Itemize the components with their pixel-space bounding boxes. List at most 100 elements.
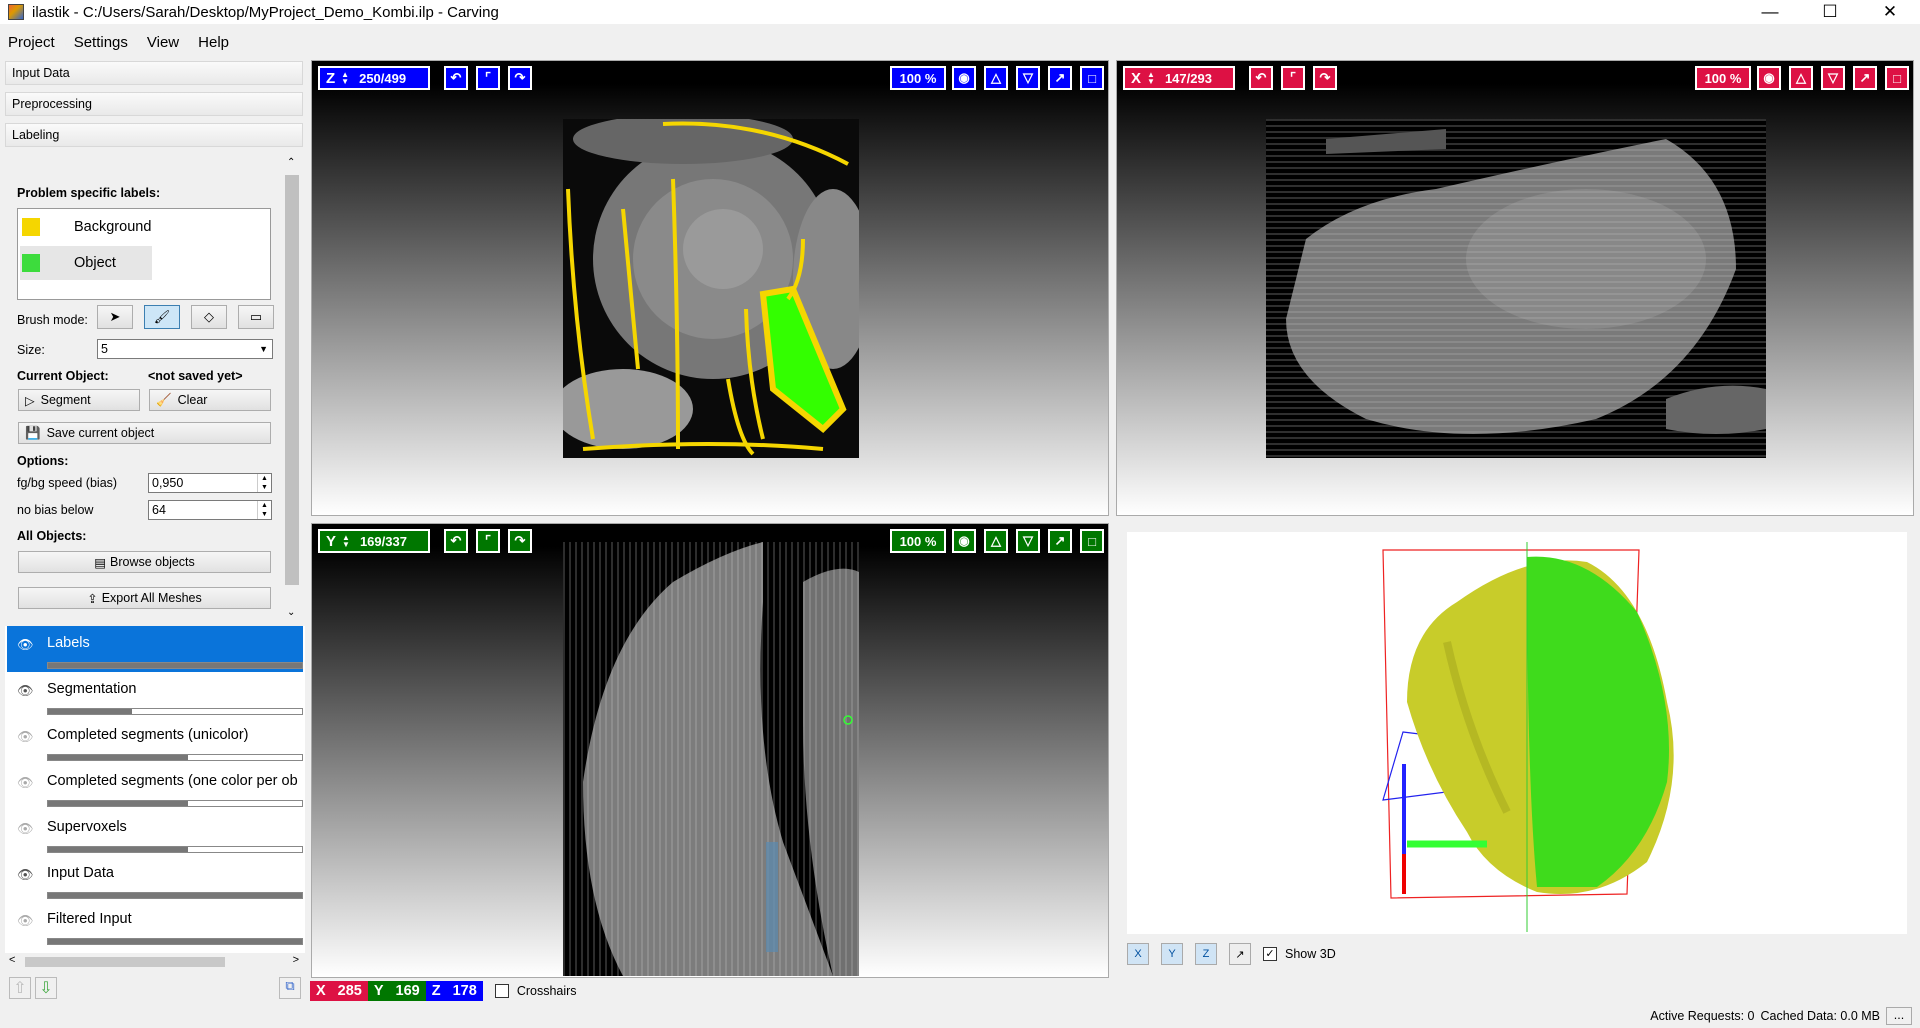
slice-down-icon[interactable]: ▽: [1016, 529, 1040, 553]
eye-icon[interactable]: 👁: [17, 867, 34, 883]
y-slice-image[interactable]: [563, 542, 859, 976]
view-x-axis-button[interactable]: X: [1127, 943, 1149, 965]
scroll-right-icon[interactable]: >: [293, 954, 299, 966]
browse-objects-button[interactable]: ▤ Browse objects: [18, 551, 271, 573]
crop-icon[interactable]: ⌜: [1281, 66, 1305, 90]
view-x[interactable]: X ▲ ▼ 147/293 ↶ ⌜ ↷ 100 % ◉ △ ▽ ↗ □: [1116, 60, 1914, 516]
opacity-bar[interactable]: [47, 662, 303, 669]
segment-button[interactable]: ▷ Segment: [18, 389, 140, 411]
layer-hscrollbar[interactable]: < >: [5, 953, 305, 971]
crop-icon[interactable]: ⌜: [476, 529, 500, 553]
spin-arrows-icon[interactable]: ▲ ▼: [257, 474, 271, 492]
hscroll-thumb[interactable]: [25, 957, 225, 967]
view-3d[interactable]: [1127, 532, 1907, 934]
slice-up-icon[interactable]: △: [1789, 66, 1813, 90]
layer-row[interactable]: 👁 Supervoxels: [7, 810, 303, 856]
redo-icon[interactable]: ↷: [508, 529, 532, 553]
maximize-view-icon[interactable]: ↗: [1853, 66, 1877, 90]
label-row-background[interactable]: Background: [20, 210, 152, 244]
opacity-bar[interactable]: [47, 892, 303, 899]
redo-icon[interactable]: ↷: [508, 66, 532, 90]
label-color-swatch[interactable]: [22, 254, 40, 272]
view-y[interactable]: Y ▲ ▼ 169/337 ↶ ⌜ ↷ 100 % ◉ △ ▽ ↗ □: [311, 523, 1109, 978]
close-button[interactable]: ✕: [1860, 0, 1920, 24]
scroll-thumb[interactable]: [285, 175, 299, 585]
layer-row[interactable]: 👁 Input Data: [7, 856, 303, 902]
duplicate-layer-icon[interactable]: ⧉: [279, 977, 301, 999]
layer-row[interactable]: 👁 Filtered Input: [7, 902, 303, 948]
scroll-up-icon[interactable]: ⌃: [287, 157, 295, 168]
redo-icon[interactable]: ↷: [1313, 66, 1337, 90]
clear-button[interactable]: 🧹 Clear: [149, 389, 271, 411]
drawer-labeling[interactable]: Labeling: [5, 123, 303, 147]
scroll-left-icon[interactable]: <: [9, 954, 15, 966]
x-slice-image[interactable]: [1266, 119, 1766, 458]
maximize-3d-icon[interactable]: ↗: [1229, 943, 1251, 965]
view-z[interactable]: Z ▲ ▼ 250/499 ↶ ⌜ ↷ 100 % ◉ △ ▽ ↗ □: [311, 60, 1109, 516]
menu-project[interactable]: Project: [8, 34, 55, 51]
zoom-level[interactable]: 100 %: [890, 66, 946, 90]
eraser-tool-button[interactable]: ◇: [191, 305, 227, 329]
move-down-icon[interactable]: ⇩: [35, 977, 57, 999]
view-z-axis-button[interactable]: Z: [1195, 943, 1217, 965]
fit-view-icon[interactable]: □: [1885, 66, 1909, 90]
maximize-view-icon[interactable]: ↗: [1048, 529, 1072, 553]
eye-icon[interactable]: 👁: [17, 729, 34, 745]
slice-down-icon[interactable]: ▽: [1016, 66, 1040, 90]
up-down-icon[interactable]: ▲ ▼: [342, 534, 350, 549]
camera-icon[interactable]: ◉: [1757, 66, 1781, 90]
maximize-button[interactable]: ☐: [1800, 0, 1860, 24]
undo-icon[interactable]: ↶: [444, 66, 468, 90]
undo-icon[interactable]: ↶: [444, 529, 468, 553]
save-object-button[interactable]: 💾 Save current object: [18, 422, 271, 444]
x-slice-selector[interactable]: X ▲ ▼ 147/293: [1123, 66, 1235, 90]
mesh-render[interactable]: [1127, 532, 1907, 934]
drawer-input-data[interactable]: Input Data: [5, 61, 303, 85]
undo-icon[interactable]: ↶: [1249, 66, 1273, 90]
opacity-bar[interactable]: [47, 754, 303, 761]
drawer-preprocessing[interactable]: Preprocessing: [5, 92, 303, 116]
layer-row[interactable]: 👁 Completed segments (one color per ob: [7, 764, 303, 810]
export-meshes-button[interactable]: ⇪ Export All Meshes: [18, 587, 271, 609]
nobias-spinbox[interactable]: 64 ▲ ▼: [148, 500, 272, 520]
move-up-icon[interactable]: ⇧: [9, 977, 31, 999]
camera-icon[interactable]: ◉: [952, 529, 976, 553]
up-down-icon[interactable]: ▲ ▼: [341, 71, 349, 86]
opacity-bar[interactable]: [47, 938, 303, 945]
minimize-button[interactable]: —: [1740, 0, 1800, 24]
crosshairs-checkbox[interactable]: [494, 984, 509, 998]
opacity-bar[interactable]: [47, 708, 303, 715]
maximize-view-icon[interactable]: ↗: [1048, 66, 1072, 90]
layer-row[interactable]: 👁 Segmentation: [7, 672, 303, 718]
more-button[interactable]: ...: [1886, 1007, 1912, 1025]
fit-view-icon[interactable]: □: [1080, 529, 1104, 553]
slice-up-icon[interactable]: △: [984, 66, 1008, 90]
show3d-checkbox[interactable]: ✓: [1263, 947, 1277, 961]
size-combobox[interactable]: 5 ▼: [97, 339, 273, 359]
fit-view-icon[interactable]: □: [1080, 66, 1104, 90]
view-y-axis-button[interactable]: Y: [1161, 943, 1183, 965]
eye-icon[interactable]: 👁: [17, 913, 34, 929]
z-slice-selector[interactable]: Z ▲ ▼ 250/499: [318, 66, 430, 90]
y-slice-selector[interactable]: Y ▲ ▼ 169/337: [318, 529, 430, 553]
zoom-level[interactable]: 100 %: [1695, 66, 1751, 90]
camera-icon[interactable]: ◉: [952, 66, 976, 90]
menu-view[interactable]: View: [147, 34, 179, 51]
menu-settings[interactable]: Settings: [74, 34, 128, 51]
brush-tool-button[interactable]: 🖌: [144, 305, 180, 329]
up-down-icon[interactable]: ▲ ▼: [1147, 71, 1155, 86]
slice-down-icon[interactable]: ▽: [1821, 66, 1845, 90]
layer-row[interactable]: 👁 Completed segments (unicolor): [7, 718, 303, 764]
label-color-swatch[interactable]: [22, 218, 40, 236]
spin-arrows-icon[interactable]: ▲ ▼: [257, 501, 271, 519]
navigation-tool-button[interactable]: ➤: [97, 305, 133, 329]
scroll-down-icon[interactable]: ⌄: [287, 607, 295, 618]
bias-spinbox[interactable]: 0,950 ▲ ▼: [148, 473, 272, 493]
layer-row[interactable]: 👁 Labels: [7, 626, 303, 672]
opacity-bar[interactable]: [47, 846, 303, 853]
eye-icon[interactable]: 👁: [17, 683, 34, 699]
opacity-bar[interactable]: [47, 800, 303, 807]
z-slice-image[interactable]: [563, 119, 859, 458]
zoom-level[interactable]: 100 %: [890, 529, 946, 553]
slice-up-icon[interactable]: △: [984, 529, 1008, 553]
